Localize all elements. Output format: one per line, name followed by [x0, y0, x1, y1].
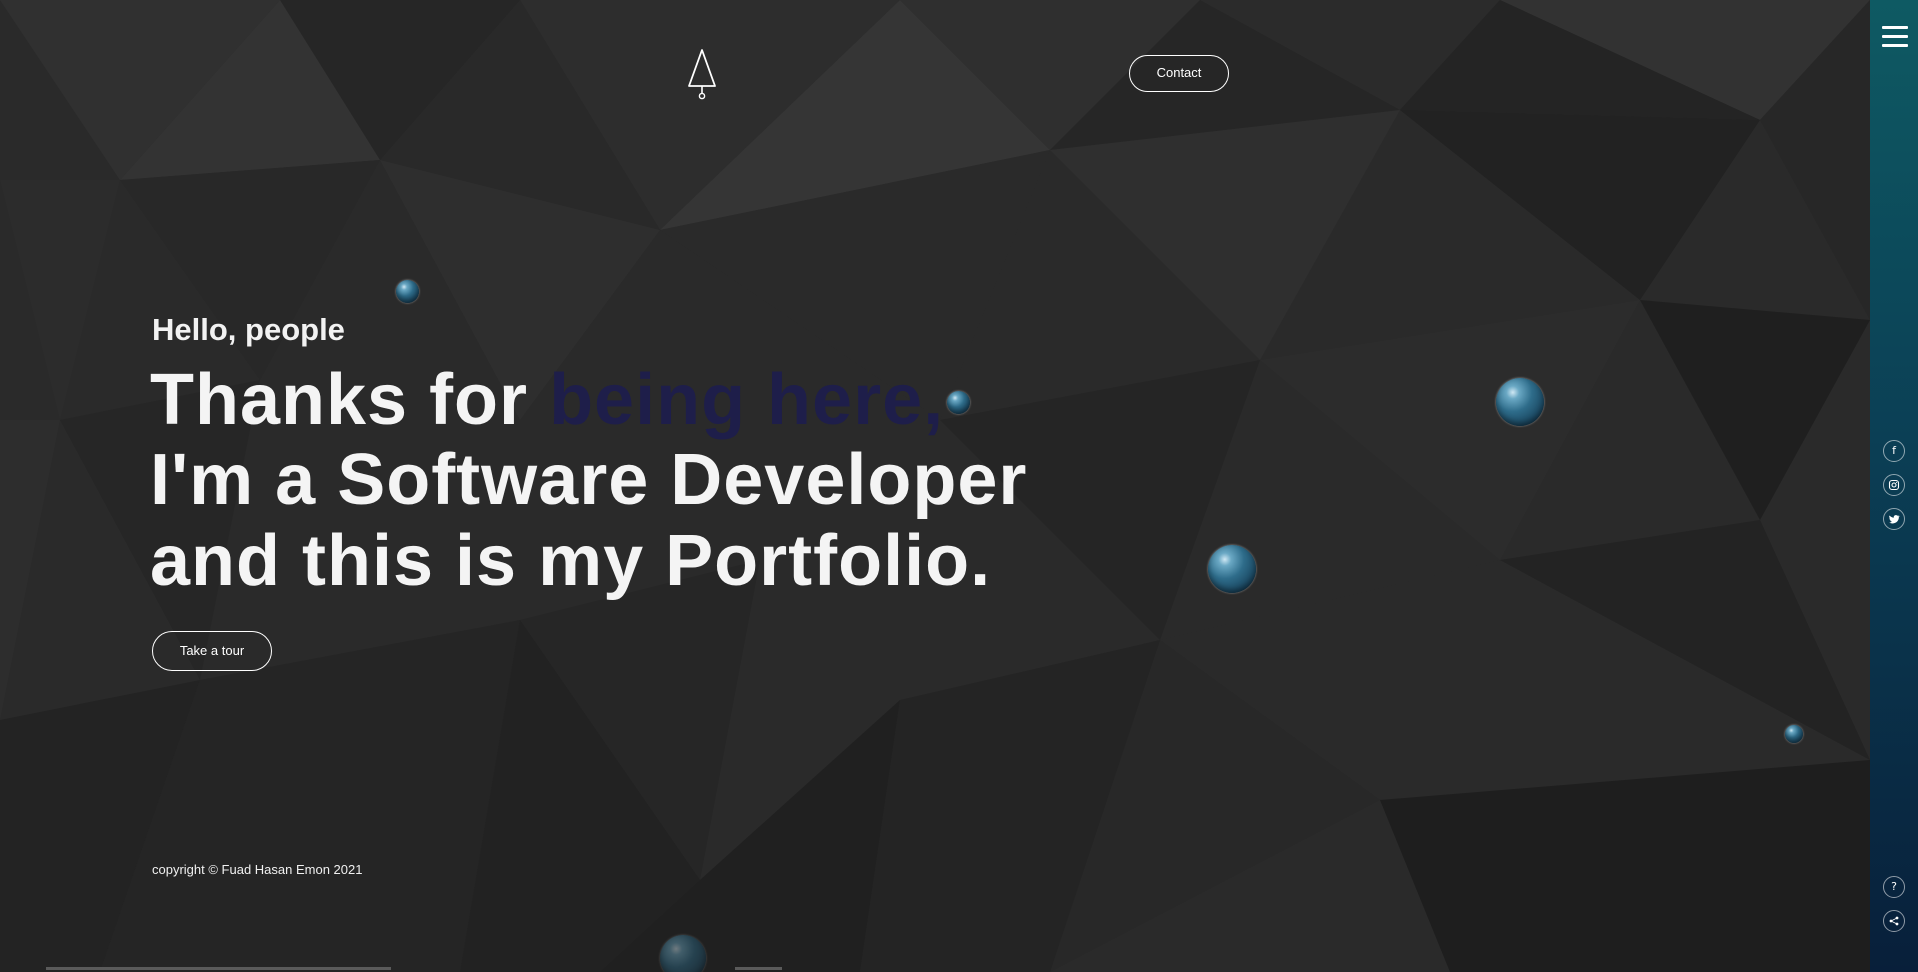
help-button[interactable]: ? — [1883, 876, 1905, 898]
bubble-decoration — [396, 280, 419, 303]
bubble-decoration — [947, 391, 970, 414]
twitter-icon[interactable] — [1883, 508, 1905, 530]
greeting-heading: Hello, people — [152, 312, 345, 347]
rocket-outline-icon[interactable] — [684, 48, 720, 100]
page: Contact Hello, people Thanks for being h… — [0, 0, 1918, 972]
take-a-tour-button[interactable]: Take a tour — [152, 631, 272, 671]
bubble-decoration — [1208, 545, 1256, 593]
facebook-glyph: f — [1892, 444, 1896, 457]
hamburger-menu-icon[interactable] — [1882, 26, 1908, 52]
facebook-icon[interactable]: f — [1883, 440, 1905, 462]
hero-line-1: Thanks for being here, — [150, 360, 944, 440]
hero-line-1-accent: being here, — [549, 360, 945, 440]
bubble-decoration — [1785, 725, 1803, 743]
bubble-decoration — [1496, 378, 1544, 426]
hero-line-3: and this is my Portfolio. — [150, 521, 992, 601]
hero-line-1-prefix: Thanks for — [150, 360, 550, 440]
scrollbar-track[interactable] — [46, 967, 391, 970]
scrollbar-thumb[interactable] — [735, 967, 782, 970]
copyright-text: copyright © Fuad Hasan Emon 2021 — [152, 862, 363, 877]
help-glyph: ? — [1891, 880, 1897, 893]
instagram-icon[interactable] — [1883, 474, 1905, 496]
hero-line-2: I'm a Software Developer — [150, 440, 1028, 520]
right-sidebar: f ? — [1870, 0, 1918, 972]
contact-button[interactable]: Contact — [1129, 55, 1229, 92]
share-icon[interactable] — [1883, 910, 1905, 932]
